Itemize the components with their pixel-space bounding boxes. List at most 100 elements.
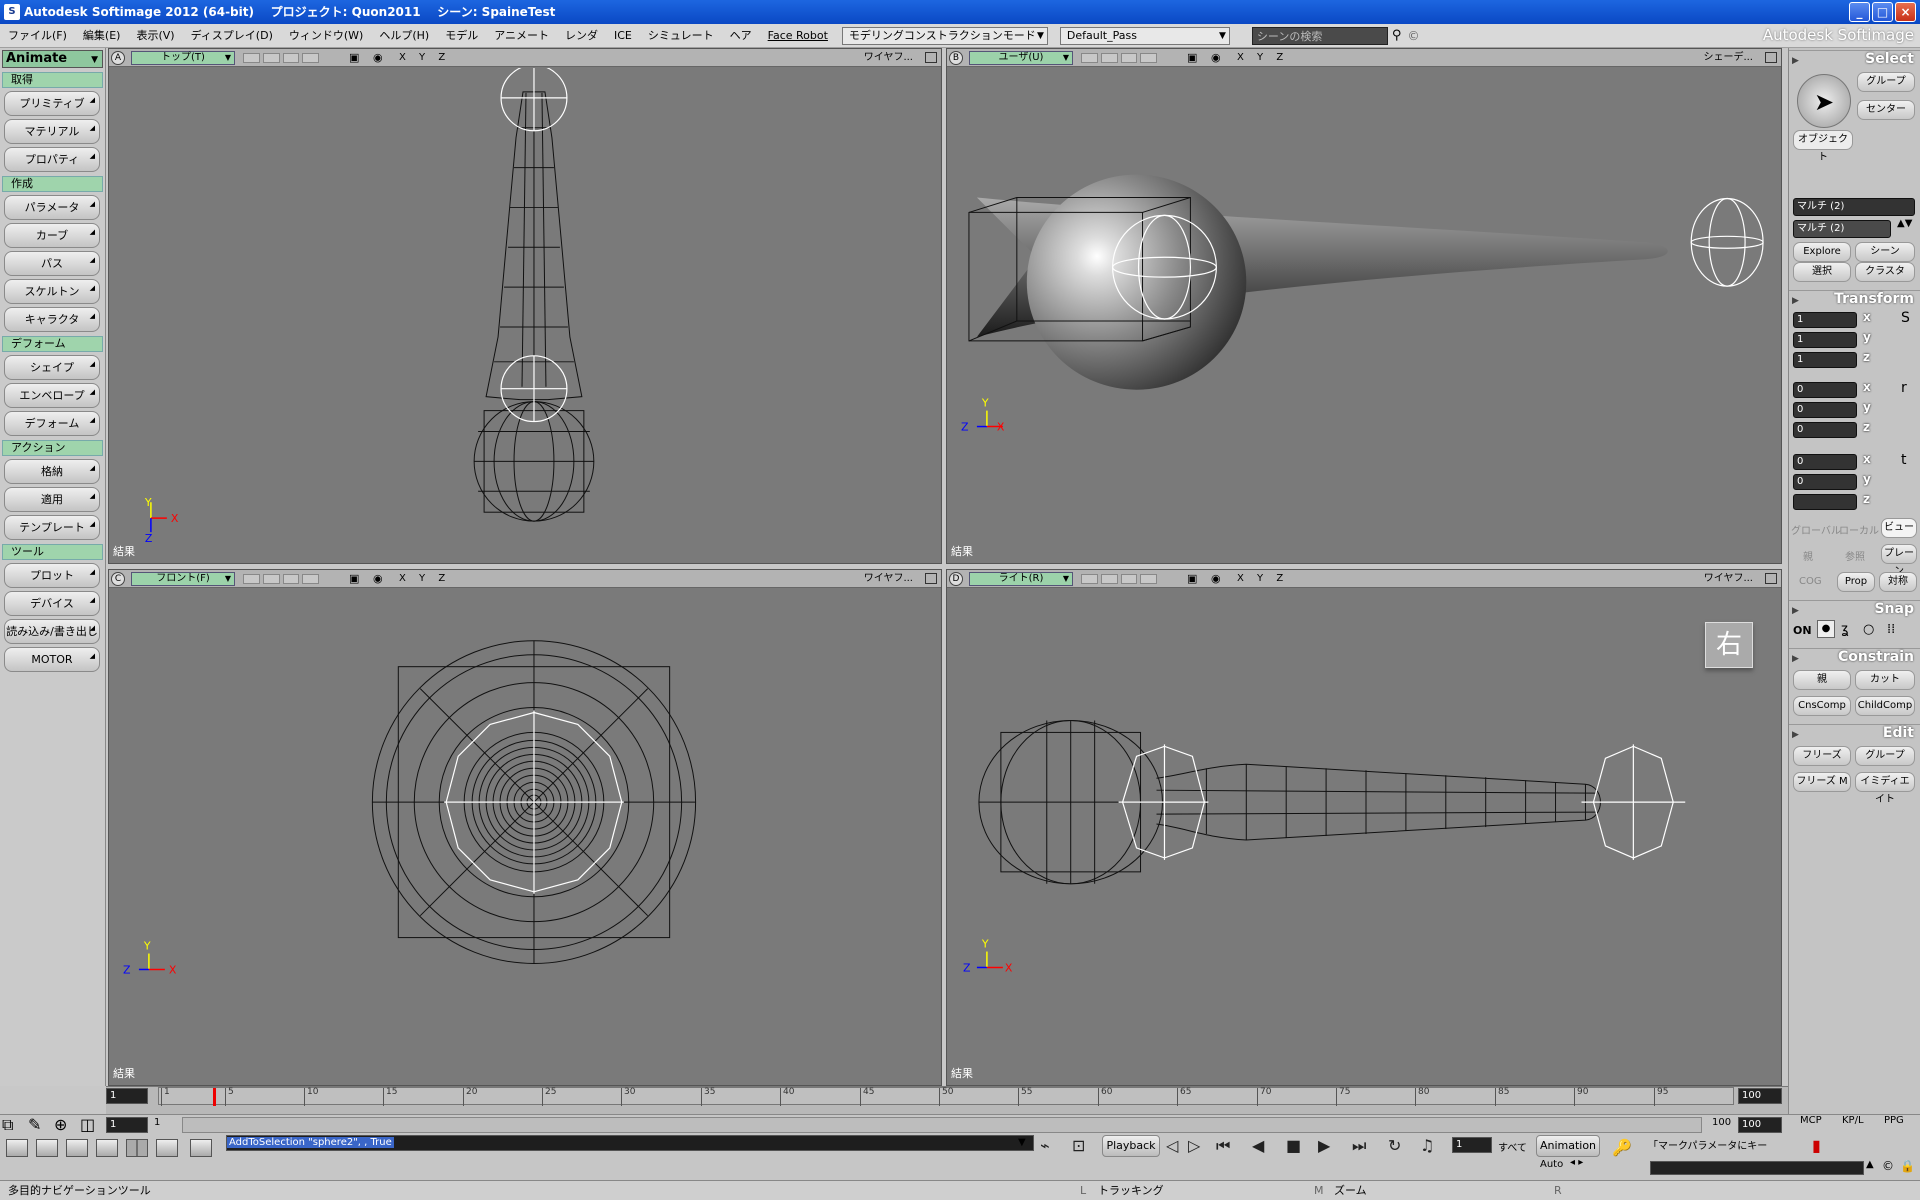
- tab-mcp[interactable]: MCP: [1800, 1115, 1822, 1126]
- envelope-button[interactable]: エンベロープ ◢: [4, 383, 100, 408]
- menu-edit[interactable]: 編集(E): [75, 24, 129, 48]
- parameter-button[interactable]: パラメータ ◢: [4, 195, 100, 220]
- menu-file[interactable]: ファイル(F): [0, 24, 75, 48]
- model-icon[interactable]: ⧉: [2, 1115, 13, 1135]
- snap-on-toggle[interactable]: ON: [1793, 624, 1812, 637]
- stop-icon[interactable]: ■: [1286, 1135, 1301, 1157]
- eye-icon[interactable]: ◉: [1211, 51, 1221, 65]
- cnscomp-button[interactable]: CnsComp: [1793, 696, 1851, 716]
- freeze-button[interactable]: フリーズ: [1793, 746, 1851, 766]
- constrain-section-header[interactable]: ▶ Constrain: [1789, 648, 1920, 666]
- immediate-button[interactable]: イミディエイト: [1855, 772, 1915, 805]
- section-deform[interactable]: デフォーム: [2, 336, 103, 352]
- camera-select[interactable]: トップ(T) ▼: [131, 51, 235, 65]
- translate-z-field[interactable]: [1793, 494, 1857, 510]
- rotate-x-field[interactable]: 0: [1793, 382, 1857, 398]
- cut-button[interactable]: カット: [1855, 670, 1915, 690]
- viewport-canvas[interactable]: Y X Z: [947, 589, 1781, 1085]
- scale-z-field[interactable]: 1: [1793, 352, 1857, 368]
- device-button[interactable]: デバイス ◢: [4, 591, 100, 616]
- current-frame-field[interactable]: 1: [1452, 1137, 1492, 1153]
- menu-animate[interactable]: アニメート: [486, 24, 557, 48]
- construction-mode-select[interactable]: モデリングコンストラクションモード ▼: [841, 26, 1048, 45]
- padlock-icon[interactable]: 🔒: [1900, 1159, 1915, 1173]
- maximize-viewport-icon[interactable]: [1765, 52, 1777, 63]
- chevron-down-icon[interactable]: ▼: [1018, 1137, 1026, 1148]
- globe-icon[interactable]: ⊕: [54, 1115, 67, 1134]
- section-action[interactable]: アクション: [2, 440, 103, 456]
- freeze-m-button[interactable]: フリーズ M: [1793, 772, 1851, 792]
- translate-icon[interactable]: t: [1901, 452, 1907, 468]
- childcomp-button[interactable]: ChildComp: [1855, 696, 1915, 716]
- last-frame-icon[interactable]: ⏭: [1352, 1135, 1366, 1157]
- scale-x-field[interactable]: 1: [1793, 312, 1857, 328]
- view-button[interactable]: ビュー: [1881, 518, 1917, 538]
- viewport-canvas[interactable]: Y X Z: [947, 68, 1781, 563]
- key-marked-label[interactable]: 「マークパラメータにキー: [1648, 1137, 1767, 1152]
- maximize-button[interactable]: □: [1872, 2, 1893, 22]
- play-icon[interactable]: ▶: [1318, 1135, 1330, 1157]
- layout-6-icon[interactable]: [190, 1139, 212, 1157]
- eye-icon[interactable]: ◉: [1211, 572, 1221, 586]
- skeleton-button[interactable]: スケルトン ◢: [4, 279, 100, 304]
- layout-2-icon[interactable]: [36, 1139, 58, 1157]
- character-button[interactable]: キャラクタ ◢: [4, 307, 100, 332]
- plane-button[interactable]: プレーン: [1881, 544, 1917, 577]
- snap-curve-icon[interactable]: ʓ: [1841, 622, 1849, 637]
- viewport-letter[interactable]: B: [949, 51, 963, 65]
- key-icon[interactable]: 🔑: [1612, 1137, 1632, 1159]
- layout-5-icon[interactable]: [156, 1139, 178, 1157]
- animation-menu-button[interactable]: Animation: [1536, 1135, 1600, 1157]
- curve-button[interactable]: カーブ ◢: [4, 223, 100, 248]
- timeline-start-field[interactable]: 1: [106, 1088, 148, 1104]
- transform-section-header[interactable]: ▶ Transform: [1789, 290, 1920, 308]
- render-pass-select[interactable]: Default_Pass ▼: [1059, 26, 1230, 45]
- next-key-icon[interactable]: ▷: [1188, 1135, 1200, 1157]
- layout-3-icon[interactable]: [66, 1139, 88, 1157]
- explore-button[interactable]: Explore: [1793, 242, 1851, 262]
- rotate-icon[interactable]: r: [1901, 380, 1907, 396]
- motor-button[interactable]: MOTOR ◢: [4, 647, 100, 672]
- template-button[interactable]: テンプレート ◢: [4, 515, 100, 540]
- key-marker-icon[interactable]: ▮: [1812, 1135, 1821, 1157]
- all-frames-button[interactable]: すべて: [1498, 1139, 1527, 1154]
- timeline-track[interactable]: 1 5 10 15 20 25 30 35 40 45 50 55 60 65 70 75 80 85 90 95: [158, 1087, 1734, 1106]
- import-export-button[interactable]: 読み込み/書き出し ◢: [4, 619, 100, 644]
- layout-1-icon[interactable]: [6, 1139, 28, 1157]
- section-get[interactable]: 取得: [2, 72, 103, 88]
- viewport-c-front[interactable]: C フロント(F) ▼ ▣ ◉ X Y Z ワイヤフ... Y X Z 結果: [108, 569, 942, 1086]
- group-button[interactable]: グループ: [1855, 746, 1915, 766]
- audio-icon[interactable]: ♫: [1420, 1135, 1434, 1157]
- section-tools[interactable]: ツール: [2, 544, 103, 560]
- key-nav-icon[interactable]: ◂ ▸: [1570, 1157, 1583, 1168]
- prev-key-icon[interactable]: ◁: [1166, 1135, 1178, 1157]
- scene-search-input[interactable]: シーンの検索: [1251, 26, 1388, 45]
- primitive-button[interactable]: プリミティブ ◢: [4, 91, 100, 116]
- scene-button[interactable]: シーン: [1855, 242, 1915, 262]
- translate-x-field[interactable]: 0: [1793, 454, 1857, 470]
- range-slider[interactable]: [182, 1117, 1702, 1133]
- camera-select[interactable]: ユーザ(U) ▼: [969, 51, 1073, 65]
- scale-y-field[interactable]: 1: [1793, 332, 1857, 348]
- plot-button[interactable]: プロット ◢: [4, 563, 100, 588]
- eye-icon[interactable]: ◉: [373, 51, 383, 65]
- toolbar-mode-select[interactable]: Animate ▼: [2, 50, 103, 68]
- menu-help[interactable]: ヘルプ(H): [371, 24, 437, 48]
- display-mode-menu[interactable]: シェーデ...: [1703, 51, 1753, 65]
- copyright-icon[interactable]: ©: [1882, 1159, 1894, 1173]
- group-select-button[interactable]: グループ: [1857, 72, 1915, 92]
- memo-cam-slots[interactable]: [243, 53, 319, 63]
- axis-view-buttons[interactable]: X Y Z: [1237, 51, 1288, 65]
- menu-display[interactable]: ディスプレイ(D): [183, 24, 281, 48]
- script-editor-icon[interactable]: ⌁: [1040, 1135, 1050, 1157]
- camera-select[interactable]: フロント(F) ▼: [131, 572, 235, 586]
- deform-button[interactable]: デフォーム ◢: [4, 411, 100, 436]
- parent-ref-button[interactable]: 親: [1803, 548, 1813, 563]
- cog-button[interactable]: COG: [1799, 576, 1822, 587]
- menu-ice[interactable]: ICE: [606, 24, 640, 48]
- axis-view-buttons[interactable]: X Y Z: [399, 51, 450, 65]
- menu-window[interactable]: ウィンドウ(W): [281, 24, 371, 48]
- camera-icon[interactable]: ▣: [349, 51, 359, 65]
- display-mode-menu[interactable]: ワイヤフ...: [864, 51, 913, 65]
- menu-model[interactable]: モデル: [437, 24, 486, 48]
